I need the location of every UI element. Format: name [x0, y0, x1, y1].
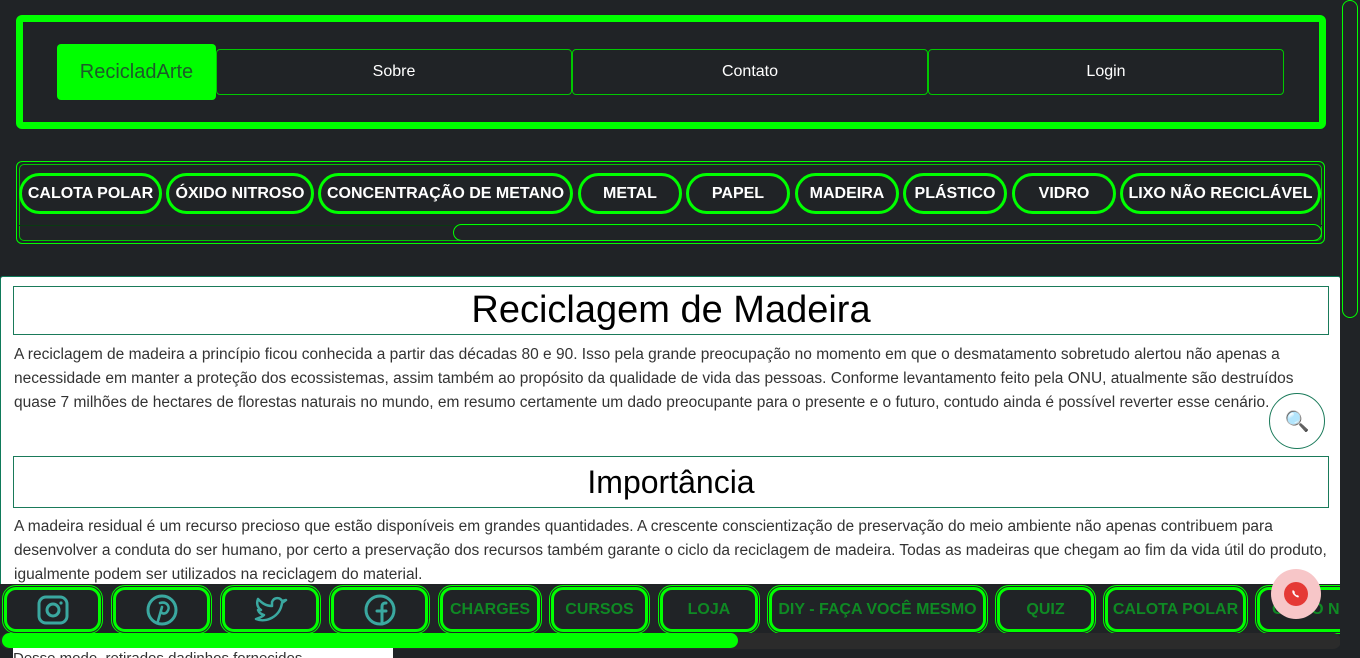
article-title: Reciclagem de Madeira [13, 286, 1329, 335]
whatsapp-icon [1284, 582, 1308, 606]
link-loja[interactable]: LOJA [658, 585, 760, 634]
search-button[interactable]: 🔍 [1269, 393, 1325, 449]
site-header: RecicladArte Sobre Contato Login [16, 15, 1326, 129]
search-icon: 🔍 [1284, 410, 1310, 433]
twitter-icon [254, 596, 287, 621]
link-calota-polar[interactable]: CALOTA POLAR [1103, 585, 1248, 634]
page-scrollbar[interactable] [1340, 0, 1360, 658]
topic-lixo-nao-reciclavel[interactable]: LIXO NÃO RECICLÁVEL [1120, 173, 1321, 214]
link-cursos[interactable]: CURSOS [549, 585, 650, 634]
facebook-button[interactable] [329, 585, 430, 634]
twitter-button[interactable] [220, 585, 321, 634]
nav-login[interactable]: Login [928, 49, 1284, 95]
instagram-button[interactable] [2, 585, 103, 634]
topic-concentracao-metano[interactable]: CONCENTRAÇÃO DE METANO [318, 173, 573, 214]
topic-vidro[interactable]: VIDRO [1012, 173, 1116, 214]
topic-plastico[interactable]: PLÁSTICO [903, 173, 1007, 214]
topic-calota-polar[interactable]: CALOTA POLAR [19, 173, 162, 214]
article-intro: A reciclagem de madeira a princípio fico… [14, 346, 1294, 411]
instagram-icon [37, 595, 68, 624]
link-diy[interactable]: DIY - FAÇA VOCÊ MESMO [767, 585, 988, 634]
link-charges[interactable]: CHARGES [438, 585, 542, 634]
page-scrollbar-thumb[interactable] [1342, 0, 1358, 318]
topic-oxido-nitroso[interactable]: ÓXIDO NITROSO [166, 173, 314, 214]
whatsapp-button[interactable] [1271, 569, 1321, 619]
section-title: Importância [13, 456, 1329, 508]
topic-scrollbar-thumb[interactable] [453, 224, 1322, 241]
cut-off-text: Desse modo, retirados dadinhos fornecido… [13, 648, 393, 658]
topic-papel[interactable]: PAPEL [686, 173, 790, 214]
link-quiz[interactable]: QUIZ [995, 585, 1096, 634]
nav-sobre[interactable]: Sobre [216, 49, 572, 95]
pinterest-icon [146, 594, 177, 625]
topic-madeira[interactable]: MADEIRA [795, 173, 899, 214]
pinterest-button[interactable] [111, 585, 212, 634]
bottom-scrollbar-thumb[interactable] [2, 633, 738, 648]
facebook-icon [364, 594, 395, 625]
brand-logo[interactable]: RecicladArte [57, 44, 216, 100]
page: RecicladArte Sobre Contato Login CALOTA … [0, 0, 1360, 658]
bottom-bar: CHARGES CURSOS LOJA DIY - FAÇA VOCÊ MESM… [0, 584, 1341, 658]
section-text: A madeira residual é um recurso precioso… [14, 518, 1327, 583]
nav-contato[interactable]: Contato [572, 49, 928, 95]
topic-metal[interactable]: METAL [578, 173, 682, 214]
